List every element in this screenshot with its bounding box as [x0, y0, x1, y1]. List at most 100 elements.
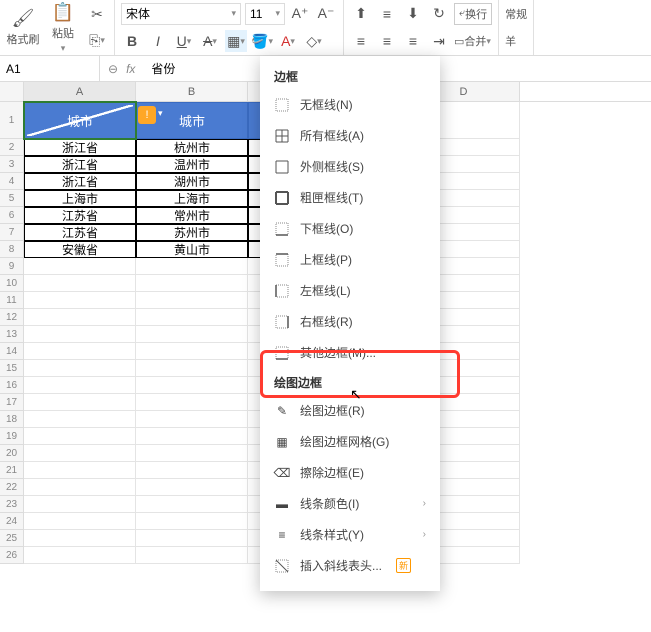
cell[interactable]	[24, 479, 136, 496]
align-middle-icon[interactable]: ≡	[376, 3, 398, 25]
border-item-1[interactable]: 所有框线(A)	[260, 120, 440, 151]
cell[interactable]	[24, 309, 136, 326]
cell[interactable]	[136, 513, 248, 530]
cell[interactable]	[136, 445, 248, 462]
italic-button[interactable]: I	[147, 30, 169, 52]
cut-icon[interactable]: ✂	[86, 4, 108, 26]
cell[interactable]	[24, 258, 136, 275]
cell[interactable]: 温州市	[136, 156, 248, 173]
cell-a1[interactable]: 城市	[24, 102, 136, 139]
cell[interactable]	[24, 394, 136, 411]
increase-font-icon[interactable]: A⁺	[289, 3, 311, 25]
cell[interactable]: 杭州市	[136, 139, 248, 156]
row-header[interactable]: 12	[0, 309, 24, 326]
cell[interactable]	[24, 377, 136, 394]
align-left-icon[interactable]: ≡	[350, 30, 372, 52]
row-header[interactable]: 6	[0, 207, 24, 224]
decrease-font-icon[interactable]: A⁻	[315, 3, 337, 25]
border-item-4[interactable]: 下框线(O)	[260, 213, 440, 244]
cell[interactable]: 浙江省	[24, 139, 136, 156]
cell[interactable]: 江苏省	[24, 207, 136, 224]
cell[interactable]: 安徽省	[24, 241, 136, 258]
bold-button[interactable]: B	[121, 30, 143, 52]
indent-icon[interactable]: ⇥	[428, 30, 450, 52]
cell[interactable]	[24, 275, 136, 292]
cell[interactable]	[24, 496, 136, 513]
border-item-5[interactable]: 上框线(P)	[260, 244, 440, 275]
row-header[interactable]: 20	[0, 445, 24, 462]
row-header[interactable]: 5	[0, 190, 24, 207]
cell[interactable]	[136, 292, 248, 309]
cell[interactable]	[136, 530, 248, 547]
align-right-icon[interactable]: ≡	[402, 30, 424, 52]
row-header[interactable]: 3	[0, 156, 24, 173]
cell[interactable]	[136, 343, 248, 360]
cell[interactable]: 湖州市	[136, 173, 248, 190]
cell[interactable]: 常州市	[136, 207, 248, 224]
cell[interactable]	[24, 547, 136, 564]
cell[interactable]	[136, 258, 248, 275]
font-color-button[interactable]: A▾	[277, 30, 299, 52]
align-center-icon[interactable]: ≡	[376, 30, 398, 52]
border-item-2[interactable]: 外侧框线(S)	[260, 151, 440, 182]
row-header[interactable]: 4	[0, 173, 24, 190]
cell[interactable]	[136, 275, 248, 292]
cell[interactable]	[24, 513, 136, 530]
row-header[interactable]: 16	[0, 377, 24, 394]
draw-item-5[interactable]: 插入斜线表头...新	[260, 550, 440, 581]
cell[interactable]	[24, 428, 136, 445]
cell[interactable]: 上海市	[136, 190, 248, 207]
row-header[interactable]: 2	[0, 139, 24, 156]
row-header[interactable]: 7	[0, 224, 24, 241]
row-header[interactable]: 11	[0, 292, 24, 309]
cell[interactable]	[24, 343, 136, 360]
row-header[interactable]: 8	[0, 241, 24, 258]
cell[interactable]	[136, 496, 248, 513]
cell[interactable]	[24, 445, 136, 462]
cell[interactable]	[136, 394, 248, 411]
wrap-text-button[interactable]: ⤶换行	[454, 3, 492, 25]
fill-color-button[interactable]: 🪣▾	[251, 30, 273, 52]
row-header[interactable]: 18	[0, 411, 24, 428]
border-item-3[interactable]: 粗匣框线(T)	[260, 182, 440, 213]
draw-item-3[interactable]: ▬线条颜色(I)›	[260, 488, 440, 519]
row-header[interactable]: 26	[0, 547, 24, 564]
cell[interactable]	[136, 462, 248, 479]
cell[interactable]: 江苏省	[24, 224, 136, 241]
font-size-select[interactable]: 11 ▾	[245, 3, 285, 25]
align-top-icon[interactable]: ⬆	[350, 3, 372, 25]
row-header[interactable]: 14	[0, 343, 24, 360]
strikethrough-button[interactable]: A▾	[199, 30, 221, 52]
cell[interactable]	[136, 309, 248, 326]
col-header-b[interactable]: B	[136, 82, 248, 101]
select-all-corner[interactable]	[0, 82, 24, 101]
row-header[interactable]: 22	[0, 479, 24, 496]
warning-badge-icon[interactable]: !	[138, 106, 156, 124]
row-header[interactable]: 21	[0, 462, 24, 479]
row-header[interactable]: 23	[0, 496, 24, 513]
orientation-icon[interactable]: ↻	[428, 3, 450, 25]
draw-item-2[interactable]: ⌫擦除边框(E)	[260, 457, 440, 488]
cell[interactable]: 上海市	[24, 190, 136, 207]
cell[interactable]: 浙江省	[24, 173, 136, 190]
cell[interactable]	[24, 530, 136, 547]
border-item-6[interactable]: 左框线(L)	[260, 275, 440, 306]
cell[interactable]	[24, 292, 136, 309]
cell[interactable]	[136, 428, 248, 445]
cell[interactable]	[24, 411, 136, 428]
row-header[interactable]: 10	[0, 275, 24, 292]
row-header[interactable]: 24	[0, 513, 24, 530]
cell[interactable]	[24, 462, 136, 479]
draw-item-1[interactable]: ▦绘图边框网格(G)	[260, 426, 440, 457]
row-header[interactable]: 19	[0, 428, 24, 445]
cell[interactable]: 苏州市	[136, 224, 248, 241]
cell[interactable]	[136, 360, 248, 377]
cell[interactable]	[136, 479, 248, 496]
paste-button[interactable]: 📋 粘贴 ▾	[46, 4, 80, 52]
row-header[interactable]: 17	[0, 394, 24, 411]
row-header[interactable]: 25	[0, 530, 24, 547]
format-painter-button[interactable]: 🖌 格式刷	[6, 4, 40, 52]
merge-button[interactable]: ▭合并▾	[454, 30, 491, 52]
border-item-8[interactable]: 其他边框(M)...	[260, 337, 440, 368]
cell[interactable]: 黄山市	[136, 241, 248, 258]
